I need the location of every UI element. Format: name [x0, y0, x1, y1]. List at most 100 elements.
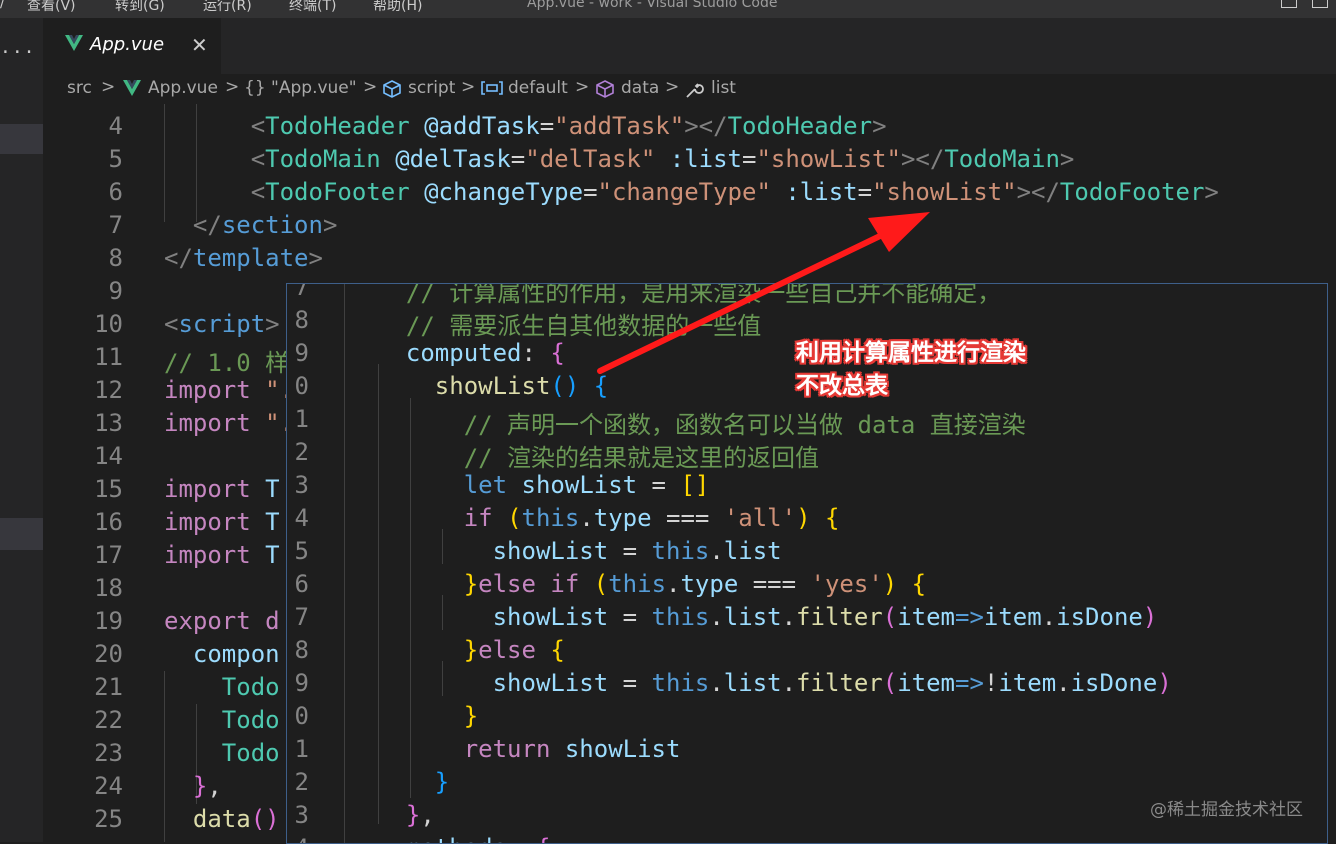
code-line[interactable]: import ".: [164, 376, 294, 404]
code-token: 'all': [723, 504, 797, 532]
breadcrumb-separator: >: [101, 77, 116, 97]
code-token: export: [164, 607, 251, 635]
code-line[interactable]: import T: [164, 475, 280, 503]
code-line[interactable]: import ".: [164, 409, 294, 437]
code-line[interactable]: </section>: [164, 211, 338, 239]
code-line[interactable]: }else if (this.type === 'yes') {: [377, 570, 926, 598]
menu-item-goto[interactable]: 转到(G): [115, 0, 165, 15]
explorer-hover-row[interactable]: [0, 518, 43, 550]
code-line[interactable]: }: [377, 702, 478, 730]
menu-item-run[interactable]: 运行(R): [203, 0, 252, 15]
more-actions-icon[interactable]: ···: [0, 42, 36, 63]
breadcrumb-separator: >: [665, 77, 680, 97]
menu-item-prev[interactable]: /: [0, 0, 5, 11]
code-token: }: [192, 772, 208, 800]
breadcrumb-data[interactable]: data: [621, 78, 659, 98]
code-token: :: [521, 339, 551, 367]
module-cube-icon: [383, 80, 401, 98]
breadcrumb-file[interactable]: App.vue: [148, 78, 218, 98]
code-token: isDone: [1070, 669, 1158, 697]
code-line[interactable]: showList() {: [377, 372, 608, 400]
code-line[interactable]: // 声明一个函数，函数名可以当做 data 直接渲染: [377, 405, 1026, 440]
code-line[interactable]: computed: {: [377, 339, 565, 367]
breadcrumb-module[interactable]: {} "App.vue": [244, 78, 357, 98]
code-line[interactable]: // 计算属性的作用，是用来渲染一些自己并不能确定，: [377, 284, 1001, 308]
line-number: 7: [294, 283, 309, 301]
code-token: (): [250, 805, 280, 833]
code-token: !: [983, 669, 999, 697]
explorer-strip: ···: [0, 18, 43, 842]
code-line[interactable]: <TodoFooter @changeType="changeType" :li…: [164, 178, 1219, 206]
menu-item-terminal[interactable]: 终端(T): [289, 0, 336, 15]
code-line[interactable]: Todo: [164, 673, 280, 701]
breadcrumb-script[interactable]: script: [408, 78, 455, 98]
code-line[interactable]: // 渲染的结果就是这里的返回值: [377, 438, 819, 473]
code-token: :list: [785, 178, 858, 206]
code-line[interactable]: },: [164, 772, 222, 800]
line-number: 5: [294, 537, 309, 565]
code-token: {: [593, 372, 609, 400]
code-token: TodoHeader: [727, 112, 873, 140]
line-number: 7: [294, 603, 309, 631]
breadcrumb-list[interactable]: list: [711, 78, 736, 98]
code-line[interactable]: <script>: [164, 310, 280, 338]
code-line[interactable]: showList = this.list.filter(item=>item.i…: [377, 603, 1158, 631]
breadcrumb-separator: >: [575, 77, 590, 97]
code-line[interactable]: export d: [164, 607, 280, 635]
code-line[interactable]: methods: {: [377, 834, 551, 843]
title-bar: / 查看(V) 转到(G) 运行(R) 终端(T) 帮助(H) App.vue …: [0, 0, 1336, 18]
code-token: =: [608, 537, 652, 565]
line-number: 8: [294, 636, 309, 664]
breadcrumb-src[interactable]: src: [67, 78, 92, 98]
code-token: =: [510, 145, 526, 173]
code-line[interactable]: return showList: [377, 735, 681, 763]
code-token: import: [164, 475, 251, 503]
breadcrumb-default[interactable]: default: [508, 78, 568, 98]
code-token: filter: [796, 603, 883, 631]
code-token: showList: [434, 372, 551, 400]
code-token: ===: [651, 504, 724, 532]
code-line[interactable]: compon: [164, 640, 280, 668]
explorer-selected-row[interactable]: [0, 124, 43, 154]
code-token: @changeType: [424, 178, 584, 206]
code-line[interactable]: // 需要派生自其他数据的一些值: [377, 306, 761, 341]
code-line[interactable]: Todo: [164, 706, 280, 734]
menu-item-view[interactable]: 查看(V): [27, 0, 76, 15]
line-number: 9: [294, 669, 309, 697]
code-token: =: [539, 112, 555, 140]
close-icon[interactable]: ✕: [191, 33, 208, 57]
code-token: TodoHeader: [265, 112, 410, 140]
code-token: =: [583, 178, 598, 206]
code-token: compon: [192, 640, 280, 668]
code-line[interactable]: let showList = []: [377, 471, 710, 499]
code-token: T: [265, 508, 280, 536]
line-number: 9: [294, 339, 309, 367]
code-line[interactable]: }: [377, 768, 449, 796]
code-token: "addTask": [554, 112, 685, 140]
code-line[interactable]: </template>: [164, 244, 323, 272]
line-number: 13: [94, 409, 123, 437]
code-line[interactable]: if (this.type === 'all') {: [377, 504, 840, 532]
code-token: :list: [669, 145, 742, 173]
layout-panel-icon[interactable]: [1312, 0, 1328, 8]
code-token: =: [857, 178, 873, 206]
code-line[interactable]: Todo: [164, 739, 280, 767]
code-line[interactable]: import T: [164, 508, 280, 536]
line-number: 10: [94, 310, 123, 338]
code-line[interactable]: }else {: [377, 636, 565, 664]
code-line[interactable]: <TodoHeader @addTask="addTask"></TodoHea…: [164, 112, 887, 140]
code-line[interactable]: showList = this.list.filter(item=>!item.…: [377, 669, 1172, 697]
code-line[interactable]: <TodoMain @delTask="delTask" :list="show…: [164, 145, 1075, 173]
layout-toggle-icon[interactable]: [1281, 0, 1297, 8]
code-line[interactable]: },: [377, 801, 435, 829]
code-token: "delTask": [525, 145, 656, 173]
code-token: else: [478, 636, 536, 664]
code-line[interactable]: data(): [164, 805, 280, 833]
menu-item-help[interactable]: 帮助(H): [373, 0, 422, 15]
code-line[interactable]: // 1.0 样: [164, 343, 289, 378]
code-line[interactable]: import T: [164, 541, 280, 569]
tab-app-vue[interactable]: App.vue ✕: [43, 18, 221, 75]
code-line[interactable]: showList = this.list: [377, 537, 782, 565]
